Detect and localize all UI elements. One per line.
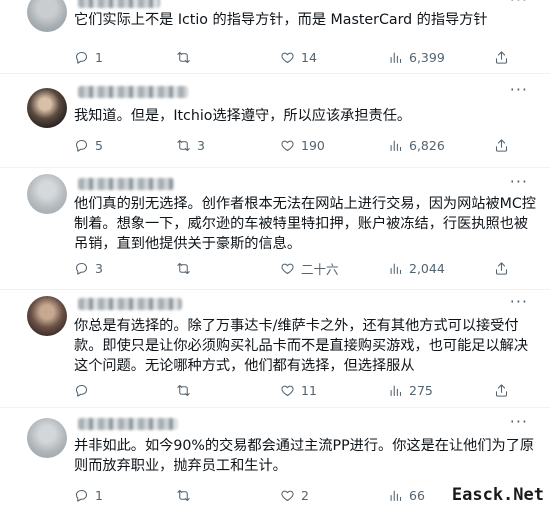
avatar[interactable]	[27, 296, 67, 336]
share-icon	[495, 50, 508, 64]
tweet-4[interactable]: ··· 你总是有选择的。除了万事达卡/维萨卡之外，还有其他方式可以接受付款。即使…	[0, 290, 550, 408]
retweet-button[interactable]	[176, 486, 197, 504]
retweet-icon	[177, 51, 190, 63]
retweet-count: 3	[197, 137, 205, 153]
avatar[interactable]	[27, 418, 67, 458]
author-name[interactable]	[78, 86, 188, 98]
tweet-actions: 5 3 190 6,826	[74, 136, 530, 154]
share-icon	[495, 383, 508, 397]
retweet-icon	[177, 262, 190, 274]
reply-button[interactable]: 3	[74, 259, 103, 277]
like-icon	[281, 52, 294, 63]
views-icon	[390, 140, 402, 151]
like-button[interactable]: 14	[280, 48, 317, 66]
like-button[interactable]: 11	[280, 381, 317, 399]
reply-button[interactable]: 1	[74, 48, 103, 66]
reply-count: 5	[95, 137, 103, 153]
author-name[interactable]	[78, 178, 174, 190]
tweet-text: 他们真的别无选择。创作者根本无法在网站上进行交易，因为网站被MC控制着。想象一下…	[74, 196, 536, 252]
author-name[interactable]	[78, 418, 178, 430]
more-icon[interactable]: ···	[510, 414, 528, 430]
retweet-button[interactable]: 3	[176, 136, 205, 154]
tweet-text: 并非如此。如今90%的交易都会通过主流PP进行。你这是在让他们为了原则而放弃职业…	[74, 438, 535, 474]
reply-button[interactable]: 5	[74, 136, 103, 154]
reply-icon	[75, 262, 88, 275]
tweet-1[interactable]: ··· 它们实际上不是 Ictio 的指导方针，而是 MasterCard 的指…	[0, 0, 550, 74]
author-name[interactable]	[78, 298, 182, 310]
more-icon[interactable]: ···	[510, 82, 528, 98]
watermark: Easck.Net	[451, 485, 544, 505]
avatar[interactable]	[27, 174, 67, 214]
views-count: 6,826	[409, 137, 445, 153]
views-button[interactable]: 2,044	[388, 259, 445, 277]
tweet-actions: 11 275	[74, 381, 530, 399]
views-icon	[390, 52, 402, 63]
views-count: 2,044	[409, 260, 445, 276]
share-button[interactable]	[494, 381, 509, 399]
views-count: 66	[409, 487, 425, 503]
like-icon	[281, 385, 294, 396]
retweet-icon	[177, 139, 190, 151]
like-button[interactable]: 2	[280, 486, 309, 504]
reply-count: 1	[95, 49, 103, 65]
like-count: 二十六	[301, 261, 339, 277]
reply-button[interactable]	[74, 381, 95, 399]
views-button[interactable]: 6,399	[388, 48, 445, 66]
views-button[interactable]: 275	[388, 381, 433, 399]
retweet-icon	[177, 489, 190, 501]
views-button[interactable]: 6,826	[388, 136, 445, 154]
tweet-text: 它们实际上不是 Ictio 的指导方针，而是 MasterCard 的指导方针	[74, 12, 488, 28]
share-icon	[495, 138, 508, 152]
reply-button[interactable]: 1	[74, 486, 103, 504]
reply-icon	[75, 51, 88, 64]
share-button[interactable]	[494, 136, 509, 154]
more-icon[interactable]: ···	[510, 294, 528, 310]
tweet-text: 我知道。但是，Itchio选择遵守，所以应该承担责任。	[74, 108, 412, 124]
like-count: 2	[301, 487, 309, 503]
tweet-actions: 3 二十六 2,044	[74, 259, 530, 277]
like-count: 14	[301, 49, 317, 65]
retweet-button[interactable]	[176, 48, 197, 66]
like-icon	[281, 490, 294, 501]
like-icon	[281, 263, 294, 274]
retweet-button[interactable]	[176, 259, 197, 277]
tweet-2[interactable]: ··· 我知道。但是，Itchio选择遵守，所以应该承担责任。 5 3 190 …	[0, 74, 550, 168]
more-icon[interactable]: ···	[510, 0, 528, 8]
retweet-button[interactable]	[176, 381, 197, 399]
like-count: 190	[301, 137, 325, 153]
tweet-actions: 1 14 6,399	[74, 48, 530, 66]
like-button[interactable]: 二十六	[280, 259, 339, 277]
views-icon	[390, 263, 402, 274]
views-count: 6,399	[409, 49, 445, 65]
tweet-3[interactable]: ··· 他们真的别无选择。创作者根本无法在网站上进行交易，因为网站被MC控制着。…	[0, 168, 550, 290]
like-icon	[281, 140, 294, 151]
tweet-text: 你总是有选择的。除了万事达卡/维萨卡之外，还有其他方式可以接受付款。即使只是让你…	[74, 318, 529, 374]
avatar[interactable]	[27, 88, 67, 128]
share-button[interactable]	[494, 259, 509, 277]
like-count: 11	[301, 382, 317, 398]
share-button[interactable]	[494, 48, 509, 66]
share-icon	[495, 261, 508, 275]
reply-icon	[75, 139, 88, 152]
author-name[interactable]	[78, 0, 160, 8]
reply-count: 1	[95, 487, 103, 503]
views-button[interactable]: 66	[388, 486, 425, 504]
views-icon	[390, 385, 402, 396]
views-icon	[390, 490, 402, 501]
reply-icon	[75, 489, 88, 502]
like-button[interactable]: 190	[280, 136, 325, 154]
more-icon[interactable]: ···	[510, 174, 528, 190]
views-count: 275	[409, 382, 433, 398]
avatar[interactable]	[27, 0, 67, 32]
retweet-icon	[177, 384, 190, 396]
reply-count: 3	[95, 260, 103, 276]
reply-icon	[75, 384, 88, 397]
